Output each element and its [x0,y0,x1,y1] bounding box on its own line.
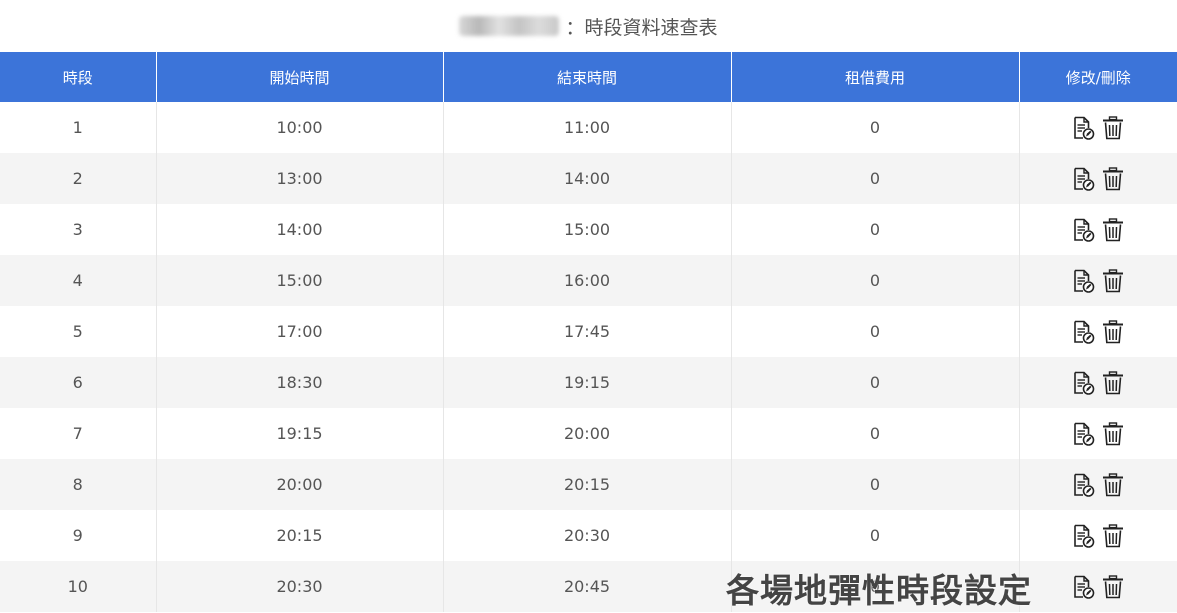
cell-end-time: 20:30 [443,510,732,561]
trash-icon[interactable] [1100,166,1126,192]
table-row: 8 20:00 20:15 0 [0,459,1177,510]
cell-actions [1019,510,1177,561]
cell-period: 8 [0,459,157,510]
cell-start-time: 15:00 [156,255,444,306]
cell-period: 6 [0,357,157,408]
cell-start-time: 20:30 [156,561,444,612]
edit-document-icon[interactable] [1070,472,1096,498]
cell-actions [1019,459,1177,510]
period-table: 時段 開始時間 結束時間 租借費用 修改/刪除 1 10:00 11:00 0 [0,52,1177,612]
edit-document-icon[interactable] [1070,319,1096,345]
cell-period: 5 [0,306,157,357]
cell-fee: 0 [731,510,1020,561]
cell-end-time: 20:00 [443,408,732,459]
edit-document-icon[interactable] [1070,268,1096,294]
edit-document-icon[interactable] [1070,370,1096,396]
header-start-time: 開始時間 [156,52,444,102]
cell-end-time: 15:00 [443,204,732,255]
trash-icon[interactable] [1100,115,1126,141]
header-fee: 租借費用 [731,52,1020,102]
cell-fee: 0 [731,459,1020,510]
page-title-text: ：時段資料速查表 [565,16,718,39]
cell-start-time: 20:15 [156,510,444,561]
cell-end-time: 11:00 [443,102,732,153]
table-header-row: 時段 開始時間 結束時間 租借費用 修改/刪除 [0,52,1177,102]
cell-start-time: 10:00 [156,102,444,153]
cell-fee: 0 [731,153,1020,204]
trash-icon[interactable] [1100,574,1126,600]
cell-actions [1019,204,1177,255]
trash-icon[interactable] [1100,421,1126,447]
table-row: 9 20:15 20:30 0 [0,510,1177,561]
cell-period: 3 [0,204,157,255]
cell-actions [1019,102,1177,153]
page-title: ：時段資料速查表 [0,0,1177,52]
redacted-venue-name [459,16,560,36]
trash-icon[interactable] [1100,319,1126,345]
table-row: 4 15:00 16:00 0 [0,255,1177,306]
cell-start-time: 13:00 [156,153,444,204]
trash-icon[interactable] [1100,268,1126,294]
cell-period: 10 [0,561,157,612]
cell-actions [1019,153,1177,204]
header-period: 時段 [0,52,157,102]
trash-icon[interactable] [1100,472,1126,498]
cell-start-time: 19:15 [156,408,444,459]
table-row: 5 17:00 17:45 0 [0,306,1177,357]
cell-end-time: 17:45 [443,306,732,357]
cell-start-time: 20:00 [156,459,444,510]
trash-icon[interactable] [1100,370,1126,396]
cell-fee: 0 [731,408,1020,459]
header-end-time: 結束時間 [443,52,732,102]
edit-document-icon[interactable] [1070,115,1096,141]
edit-document-icon[interactable] [1070,421,1096,447]
overlay-caption: 各場地彈性時段設定 [726,571,1032,610]
table-row: 3 14:00 15:00 0 [0,204,1177,255]
cell-end-time: 20:45 [443,561,732,612]
table-row: 7 19:15 20:00 0 [0,408,1177,459]
table-row: 6 18:30 19:15 0 [0,357,1177,408]
header-actions: 修改/刪除 [1019,52,1177,102]
cell-period: 1 [0,102,157,153]
cell-end-time: 14:00 [443,153,732,204]
trash-icon[interactable] [1100,217,1126,243]
cell-start-time: 17:00 [156,306,444,357]
cell-end-time: 20:15 [443,459,732,510]
cell-fee: 0 [731,306,1020,357]
cell-end-time: 16:00 [443,255,732,306]
cell-period: 7 [0,408,157,459]
cell-period: 4 [0,255,157,306]
cell-fee: 0 [731,357,1020,408]
cell-fee: 0 [731,204,1020,255]
trash-icon[interactable] [1100,523,1126,549]
cell-actions [1019,561,1177,612]
cell-actions [1019,408,1177,459]
edit-document-icon[interactable] [1070,166,1096,192]
cell-actions [1019,357,1177,408]
cell-period: 9 [0,510,157,561]
edit-document-icon[interactable] [1070,523,1096,549]
cell-period: 2 [0,153,157,204]
cell-actions [1019,255,1177,306]
cell-fee: 0 [731,255,1020,306]
table-row: 2 13:00 14:00 0 [0,153,1177,204]
cell-start-time: 18:30 [156,357,444,408]
edit-document-icon[interactable] [1070,217,1096,243]
table-row: 1 10:00 11:00 0 [0,102,1177,153]
cell-end-time: 19:15 [443,357,732,408]
cell-fee: 0 [731,102,1020,153]
cell-start-time: 14:00 [156,204,444,255]
cell-actions [1019,306,1177,357]
edit-document-icon[interactable] [1070,574,1096,600]
